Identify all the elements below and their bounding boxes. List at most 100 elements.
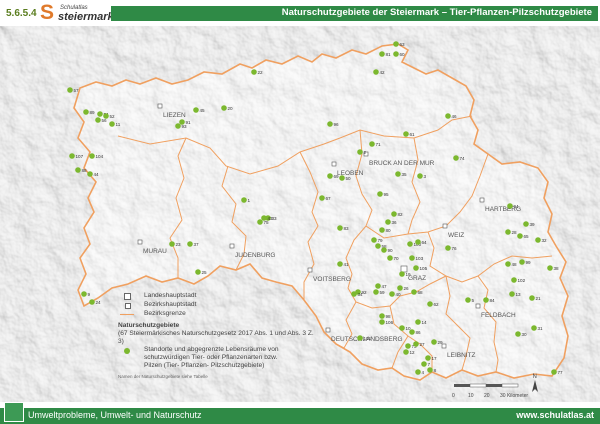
point-dot[interactable] — [551, 369, 557, 375]
point-dot[interactable] — [97, 111, 103, 117]
protection-area-point[interactable]: 71 — [369, 141, 381, 147]
point-dot[interactable] — [415, 369, 421, 375]
point-dot[interactable] — [397, 285, 403, 291]
protection-area-point[interactable]: 20 — [221, 105, 233, 111]
point-dot[interactable] — [529, 295, 535, 301]
point-dot[interactable] — [377, 191, 383, 197]
point-dot[interactable] — [357, 335, 363, 341]
protection-area-point[interactable]: 57 — [67, 87, 79, 93]
point-dot[interactable] — [519, 259, 525, 265]
point-dot[interactable] — [517, 233, 523, 239]
point-dot[interactable] — [221, 105, 227, 111]
protection-area-point[interactable]: 41 — [337, 261, 349, 267]
protection-area-point[interactable]: 28 — [505, 229, 517, 235]
point-dot[interactable] — [257, 219, 263, 225]
point-dot[interactable] — [319, 195, 325, 201]
point-dot[interactable] — [387, 255, 393, 261]
protection-area-point[interactable]: 10 — [399, 325, 411, 331]
protection-area-point[interactable]: 105 — [413, 265, 428, 271]
point-dot[interactable] — [431, 339, 437, 345]
point-dot[interactable] — [379, 319, 385, 325]
point-dot[interactable] — [403, 349, 409, 355]
protection-area-point[interactable]: 96 — [327, 121, 339, 127]
point-dot[interactable] — [251, 69, 257, 75]
point-dot[interactable] — [445, 245, 451, 251]
point-dot[interactable] — [327, 173, 333, 179]
point-dot[interactable] — [393, 41, 399, 47]
point-dot[interactable] — [195, 269, 201, 275]
protection-area-point[interactable]: 64 — [415, 239, 427, 245]
point-dot[interactable] — [327, 121, 333, 127]
protection-area-point[interactable]: 45 — [193, 107, 205, 113]
point-dot[interactable] — [409, 329, 415, 335]
protection-area-point[interactable]: 24 — [89, 299, 101, 305]
point-dot[interactable] — [399, 271, 405, 277]
point-dot[interactable] — [407, 241, 413, 247]
point-dot[interactable] — [69, 153, 75, 159]
protection-area-point[interactable]: 76 — [445, 245, 457, 251]
point-dot[interactable] — [357, 149, 363, 155]
point-dot[interactable] — [373, 289, 379, 295]
point-dot[interactable] — [241, 197, 247, 203]
point-dot[interactable] — [103, 113, 109, 119]
protection-area-point[interactable]: 42 — [373, 69, 385, 75]
protection-area-point[interactable]: 103 — [409, 255, 424, 261]
protection-area-point[interactable]: 46 — [445, 113, 457, 119]
point-dot[interactable] — [95, 117, 101, 123]
protection-area-point[interactable]: 70 — [387, 255, 399, 261]
protection-area-point[interactable]: 31 — [531, 325, 543, 331]
protection-area-point[interactable]: 12 — [403, 349, 415, 355]
protection-area-point[interactable]: 80 — [379, 227, 391, 233]
point-dot[interactable] — [337, 225, 343, 231]
protection-area-point[interactable]: 26 — [397, 285, 409, 291]
point-dot[interactable] — [405, 343, 411, 349]
point-dot[interactable] — [261, 215, 267, 221]
point-dot[interactable] — [391, 211, 397, 217]
point-dot[interactable] — [483, 297, 489, 303]
point-dot[interactable] — [187, 241, 193, 247]
protection-area-point[interactable]: 23 — [169, 241, 181, 247]
protection-area-point[interactable]: 38 — [547, 265, 559, 271]
point-dot[interactable] — [379, 51, 385, 57]
point-dot[interactable] — [89, 299, 95, 305]
protection-area-point[interactable]: 84 — [483, 297, 495, 303]
point-dot[interactable] — [169, 241, 175, 247]
protection-area-point[interactable]: 52 — [103, 113, 115, 119]
protection-area-point[interactable]: 63 — [393, 41, 405, 47]
protection-area-point[interactable]: 17 — [425, 355, 437, 361]
point-dot[interactable] — [395, 171, 401, 177]
protection-area-point[interactable]: 62 — [427, 301, 439, 307]
point-dot[interactable] — [193, 107, 199, 113]
point-dot[interactable] — [427, 367, 433, 373]
footer-url[interactable]: www.schulatlas.at — [516, 410, 594, 420]
protection-area-point[interactable]: 86 — [409, 329, 421, 335]
point-dot[interactable] — [507, 203, 513, 209]
protection-area-point[interactable]: 88 — [75, 167, 87, 173]
point-dot[interactable] — [409, 255, 415, 261]
protection-area-point[interactable]: 19 — [399, 271, 411, 277]
point-dot[interactable] — [465, 297, 471, 303]
point-dot[interactable] — [373, 69, 379, 75]
point-dot[interactable] — [75, 167, 81, 173]
protection-area-point[interactable]: 98 — [379, 313, 391, 319]
point-dot[interactable] — [381, 247, 387, 253]
point-dot[interactable] — [523, 221, 529, 227]
point-dot[interactable] — [547, 265, 553, 271]
protection-area-point[interactable]: 47 — [375, 283, 387, 289]
point-dot[interactable] — [511, 277, 517, 283]
point-dot[interactable] — [505, 261, 511, 267]
protection-area-point[interactable]: 102 — [511, 277, 526, 283]
point-dot[interactable] — [89, 153, 95, 159]
point-dot[interactable] — [109, 121, 115, 127]
protection-area-point[interactable]: 68 — [411, 289, 423, 295]
protection-area-point[interactable]: 48 — [505, 261, 517, 267]
protection-area-point[interactable]: 22 — [251, 69, 263, 75]
protection-area-point[interactable]: 83 — [337, 225, 349, 231]
point-dot[interactable] — [375, 283, 381, 289]
protection-area-point[interactable]: 94 — [507, 203, 519, 209]
point-dot[interactable] — [175, 123, 181, 129]
protection-area-point[interactable]: 34 — [351, 291, 363, 297]
protection-area-point[interactable]: 77 — [551, 369, 563, 375]
point-dot[interactable] — [509, 291, 515, 297]
protection-area-point[interactable]: 61 — [403, 131, 415, 137]
